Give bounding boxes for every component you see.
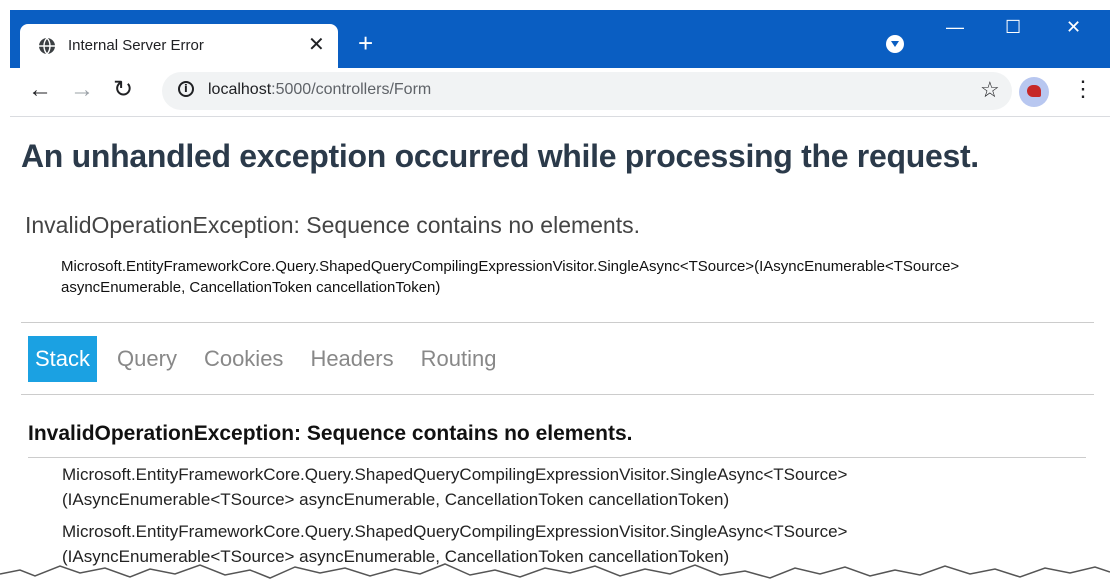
divider	[28, 457, 1086, 458]
tab-stack[interactable]: Stack	[28, 336, 98, 382]
stack-frame[interactable]: Microsoft.EntityFrameworkCore.Query.Shap…	[62, 462, 1062, 512]
stack-frame-method: Microsoft.EntityFrameworkCore.Query.Shap…	[62, 465, 848, 484]
tab-title: Internal Server Error	[68, 37, 204, 54]
maximize-button[interactable]: ☐	[1005, 18, 1021, 36]
new-tab-button[interactable]: +	[358, 30, 373, 56]
stack-frame-args: (IAsyncEnumerable<TSource> asyncEnumerab…	[62, 490, 730, 509]
bookmark-star-icon[interactable]: ☆	[980, 77, 1000, 103]
tab-headers[interactable]: Headers	[303, 336, 400, 382]
url-text[interactable]: localhost:5000/controllers/Form	[208, 81, 431, 99]
browser-toolbar: ← → ↻ localhost:5000/controllers/Form ☆ …	[10, 68, 1110, 117]
close-tab-icon[interactable]: ✕	[308, 35, 325, 55]
divider	[21, 322, 1094, 323]
tab-search-icon[interactable]	[886, 35, 904, 53]
minimize-button[interactable]: —	[946, 18, 964, 36]
error-page: An unhandled exception occurred while pr…	[10, 117, 1110, 585]
reload-button[interactable]: ↻	[113, 78, 133, 102]
divider	[21, 394, 1094, 395]
menu-icon[interactable]: ⋮	[1072, 78, 1094, 100]
info-icon[interactable]	[178, 81, 194, 97]
stack-heading: InvalidOperationException: Sequence cont…	[28, 422, 633, 445]
globe-icon	[39, 37, 55, 55]
exception-message: InvalidOperationException: Sequence cont…	[25, 212, 641, 238]
forward-button[interactable]: →	[70, 78, 94, 102]
page-title: An unhandled exception occurred while pr…	[21, 138, 979, 174]
url-host: localhost	[208, 81, 272, 98]
browser-tab-active[interactable]: Internal Server Error ✕	[20, 24, 338, 68]
tab-cookies[interactable]: Cookies	[197, 336, 290, 382]
tab-routing[interactable]: Routing	[414, 336, 504, 382]
close-window-button[interactable]: ✕	[1066, 18, 1081, 36]
stack-frame-method: Microsoft.EntityFrameworkCore.Query.Shap…	[62, 522, 848, 541]
exception-location: Microsoft.EntityFrameworkCore.Query.Shap…	[61, 258, 960, 296]
profile-avatar[interactable]	[1019, 77, 1049, 107]
error-tabs: Stack Query Cookies Headers Routing	[28, 336, 516, 382]
back-button[interactable]: ←	[28, 78, 52, 102]
address-bar[interactable]: localhost:5000/controllers/Form ☆	[162, 72, 1012, 110]
tab-query[interactable]: Query	[110, 336, 184, 382]
url-path: :5000/controllers/Form	[271, 81, 432, 98]
torn-edge	[0, 563, 1110, 585]
